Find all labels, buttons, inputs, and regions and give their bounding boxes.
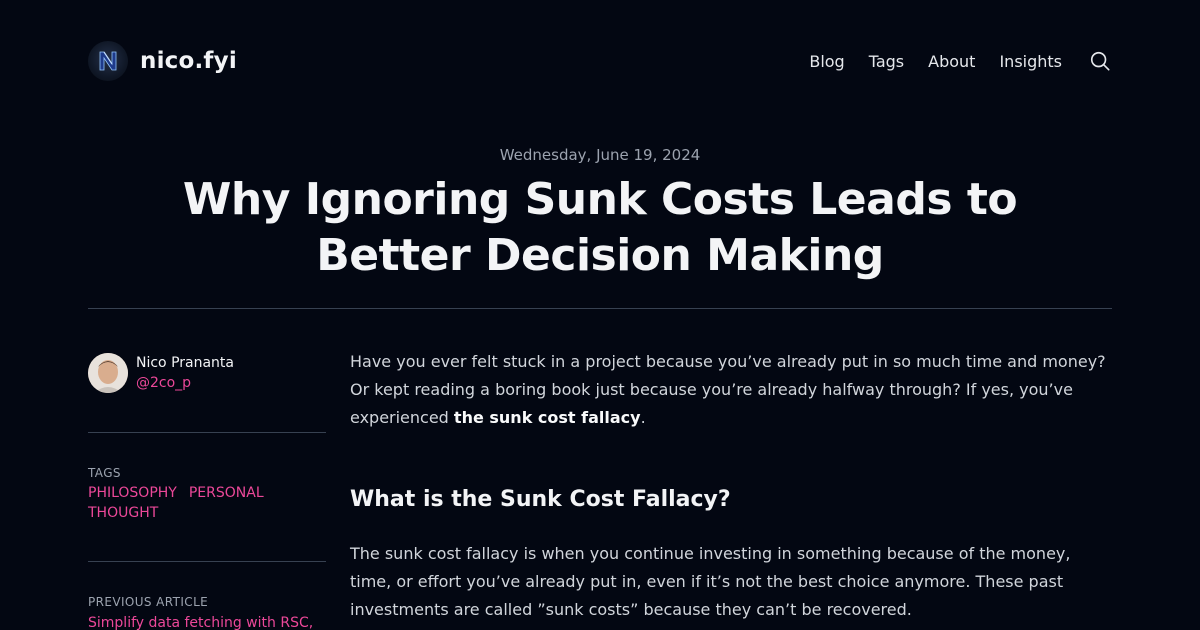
- intro-paragraph: Have you ever felt stuck in a project be…: [350, 348, 1112, 432]
- sidebar-divider: [88, 432, 326, 433]
- post-title: Why Ignoring Sunk Costs Leads to Better …: [182, 174, 1018, 281]
- avatar: [88, 353, 128, 393]
- post-date: Wednesday, June 19, 2024: [499, 146, 701, 164]
- site-header: nico.fyi Blog Tags About Insights: [88, 38, 1112, 84]
- previous-article-section: PREVIOUS ARTICLE Simplify data fetching …: [88, 594, 326, 630]
- search-button[interactable]: [1088, 49, 1112, 73]
- main-nav: Blog Tags About Insights: [809, 49, 1112, 73]
- definition-paragraph: The sunk cost fallacy is when you contin…: [350, 544, 1071, 619]
- nav-about[interactable]: About: [928, 52, 975, 71]
- nav-insights[interactable]: Insights: [999, 52, 1062, 71]
- author-info: Nico Prananta @2co_p: [136, 353, 234, 393]
- tag-link-thought[interactable]: THOUGHT: [88, 503, 158, 523]
- search-icon[interactable]: [1089, 50, 1111, 72]
- brand-link[interactable]: nico.fyi: [88, 41, 237, 81]
- author-card: Nico Prananta @2co_p: [88, 352, 326, 394]
- n-logo-icon[interactable]: [88, 41, 128, 81]
- section-heading: What is the Sunk Cost Fallacy?: [350, 487, 731, 512]
- author-name: Nico Prananta: [136, 355, 234, 371]
- intro-emphasis: the sunk cost fallacy: [453, 408, 641, 427]
- page: nico.fyi Blog Tags About Insights Wednes…: [0, 0, 1200, 630]
- tag-link-personal[interactable]: PERSONAL: [189, 483, 264, 503]
- title-divider: [88, 308, 1112, 309]
- tag-list: PHILOSOPHY PERSONAL THOUGHT: [88, 483, 288, 523]
- author-handle-link[interactable]: @2co_p: [136, 373, 234, 393]
- previous-article-label: PREVIOUS ARTICLE: [88, 595, 209, 609]
- previous-article-link[interactable]: Simplify data fetching with RSC, Suspens…: [88, 612, 326, 630]
- sidebar-divider: [88, 561, 326, 562]
- post-sidebar: Nico Prananta @2co_p TAGS PHILOSOPHY PER…: [88, 352, 326, 630]
- nav-tags[interactable]: Tags: [869, 52, 904, 71]
- intro-end: .: [640, 408, 646, 427]
- nav-blog[interactable]: Blog: [809, 52, 844, 71]
- tags-label: TAGS: [88, 466, 121, 480]
- tag-link-philosophy[interactable]: PHILOSOPHY: [88, 483, 177, 503]
- site-name[interactable]: nico.fyi: [140, 48, 237, 74]
- tags-section: TAGS PHILOSOPHY PERSONAL THOUGHT: [88, 465, 326, 523]
- post-content: Have you ever felt stuck in a project be…: [350, 348, 1112, 624]
